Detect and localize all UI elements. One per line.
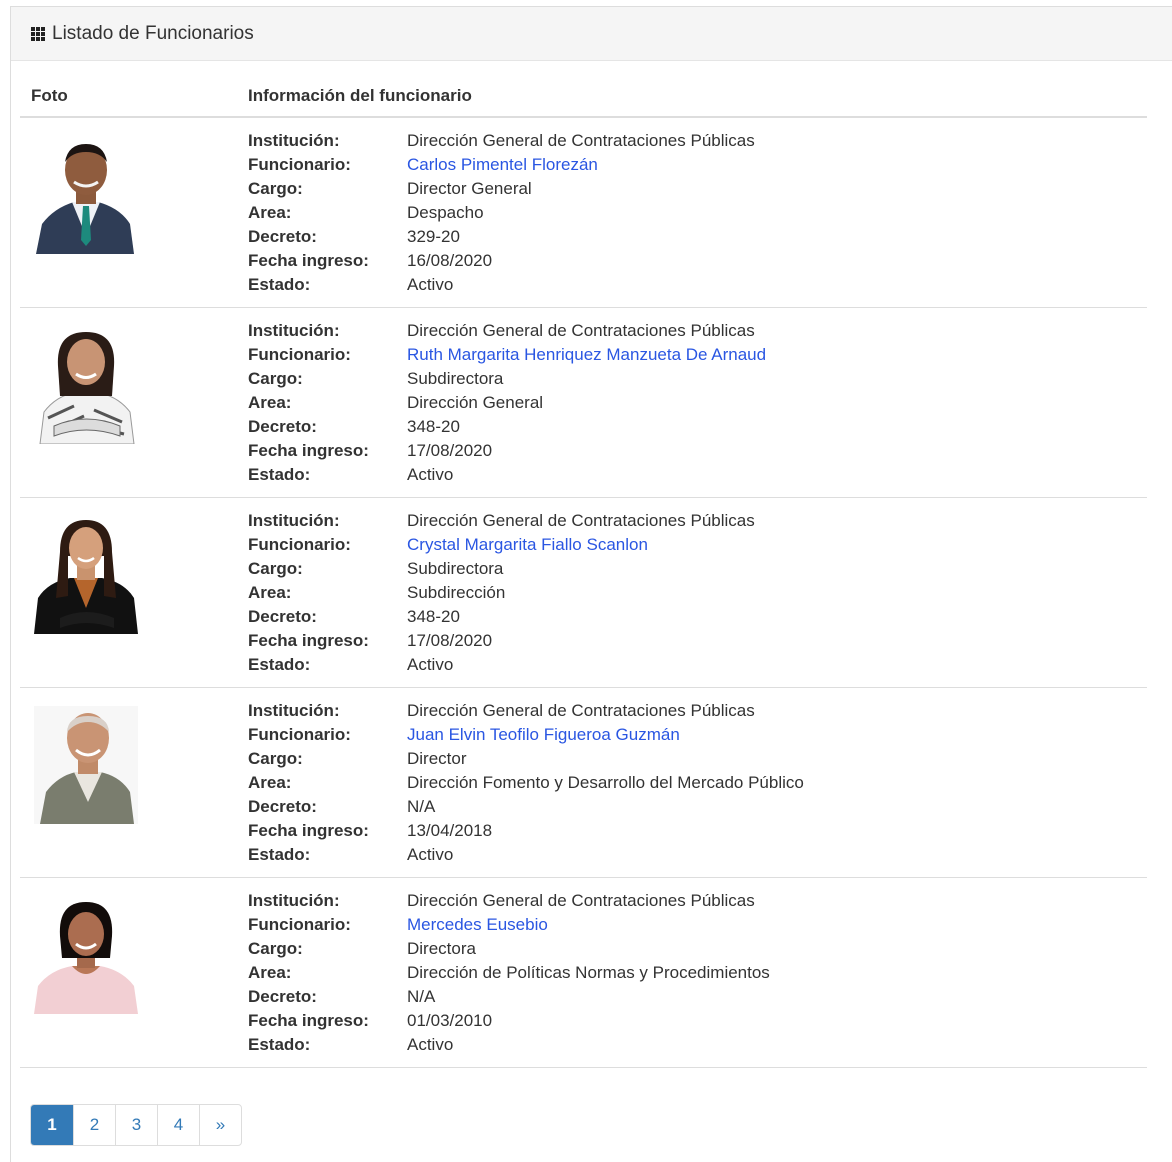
value-institucion: Dirección General de Contrataciones Públ… bbox=[407, 891, 755, 910]
panel-title: Listado de Funcionarios bbox=[52, 22, 254, 44]
label-funcionario: Funcionario: bbox=[248, 725, 351, 744]
panel-heading: Listado de Funcionarios bbox=[11, 7, 1172, 61]
label-decreto: Decreto: bbox=[248, 607, 317, 626]
value-estado: Activo bbox=[407, 275, 454, 294]
page-1-button[interactable]: 1 bbox=[31, 1105, 73, 1145]
page-2-button[interactable]: 2 bbox=[73, 1105, 115, 1145]
value-estado: Activo bbox=[407, 845, 454, 864]
value-fecha: 16/08/2020 bbox=[407, 251, 493, 270]
value-decreto: N/A bbox=[407, 987, 436, 1006]
value-area: Dirección General bbox=[407, 393, 544, 412]
value-estado: Activo bbox=[407, 1035, 454, 1054]
label-institucion: Institución: bbox=[248, 131, 340, 150]
official-info: Institución: Dirección General de Contrat… bbox=[248, 699, 804, 867]
official-photo bbox=[34, 326, 138, 444]
value-decreto: N/A bbox=[407, 797, 436, 816]
header-info: Información del funcionario bbox=[248, 86, 472, 105]
value-area: Dirección Fomento y Desarrollo del Merca… bbox=[407, 773, 804, 792]
table-row: Institución: Dirección General de Contrat… bbox=[20, 498, 1147, 688]
official-info: Institución: Dirección General de Contrat… bbox=[248, 319, 766, 487]
value-fecha: 01/03/2010 bbox=[407, 1011, 493, 1030]
value-cargo: Director bbox=[407, 749, 467, 768]
label-area: Area: bbox=[248, 583, 292, 602]
value-area: Despacho bbox=[407, 203, 484, 222]
label-cargo: Cargo: bbox=[248, 179, 303, 198]
label-cargo: Cargo: bbox=[248, 939, 303, 958]
label-funcionario: Funcionario: bbox=[248, 535, 351, 554]
label-area: Area: bbox=[248, 393, 292, 412]
grid-icon bbox=[31, 26, 45, 41]
label-estado: Estado: bbox=[248, 845, 311, 864]
table-row: Institución: Dirección General de Contrat… bbox=[20, 118, 1147, 308]
official-info: Institución: Dirección General de Contrat… bbox=[248, 509, 755, 677]
label-institucion: Institución: bbox=[248, 511, 340, 530]
value-institucion: Dirección General de Contrataciones Públ… bbox=[407, 701, 755, 720]
label-funcionario: Funcionario: bbox=[248, 915, 351, 934]
official-photo bbox=[34, 896, 138, 1014]
label-fecha: Fecha ingreso: bbox=[248, 821, 369, 840]
label-estado: Estado: bbox=[248, 465, 311, 484]
label-area: Area: bbox=[248, 773, 292, 792]
official-name-link[interactable]: Crystal Margarita Fiallo Scanlon bbox=[407, 533, 648, 557]
label-estado: Estado: bbox=[248, 1035, 311, 1054]
official-info: Institución: Dirección General de Contrat… bbox=[248, 129, 755, 297]
value-fecha: 13/04/2018 bbox=[407, 821, 493, 840]
value-cargo: Director General bbox=[407, 179, 532, 198]
label-estado: Estado: bbox=[248, 655, 311, 674]
official-photo bbox=[34, 516, 138, 634]
label-estado: Estado: bbox=[248, 275, 311, 294]
label-fecha: Fecha ingreso: bbox=[248, 441, 369, 460]
official-photo bbox=[34, 136, 138, 254]
value-fecha: 17/08/2020 bbox=[407, 631, 493, 650]
value-area: Subdirección bbox=[407, 583, 506, 602]
label-institucion: Institución: bbox=[248, 321, 340, 340]
label-decreto: Decreto: bbox=[248, 987, 317, 1006]
label-cargo: Cargo: bbox=[248, 749, 303, 768]
label-area: Area: bbox=[248, 963, 292, 982]
label-decreto: Decreto: bbox=[248, 227, 317, 246]
label-cargo: Cargo: bbox=[248, 559, 303, 578]
value-cargo: Subdirectora bbox=[407, 369, 504, 388]
label-funcionario: Funcionario: bbox=[248, 155, 351, 174]
official-photo bbox=[34, 706, 138, 824]
value-estado: Activo bbox=[407, 655, 454, 674]
label-institucion: Institución: bbox=[248, 891, 340, 910]
table-row: Institución: Dirección General de Contrat… bbox=[20, 308, 1147, 498]
value-institucion: Dirección General de Contrataciones Públ… bbox=[407, 131, 755, 150]
official-name-link[interactable]: Mercedes Eusebio bbox=[407, 913, 548, 937]
label-institucion: Institución: bbox=[248, 701, 340, 720]
value-estado: Activo bbox=[407, 465, 454, 484]
value-decreto: 348-20 bbox=[407, 417, 460, 436]
value-decreto: 348-20 bbox=[407, 607, 460, 626]
page-4-button[interactable]: 4 bbox=[157, 1105, 199, 1145]
official-name-link[interactable]: Juan Elvin Teofilo Figueroa Guzmán bbox=[407, 723, 680, 747]
value-institucion: Dirección General de Contrataciones Públ… bbox=[407, 511, 755, 530]
value-area: Dirección de Políticas Normas y Procedim… bbox=[407, 963, 770, 982]
label-fecha: Fecha ingreso: bbox=[248, 631, 369, 650]
value-cargo: Directora bbox=[407, 939, 476, 958]
pagination: 1 2 3 4 » bbox=[30, 1104, 242, 1146]
table-row: Institución: Dirección General de Contrat… bbox=[20, 688, 1147, 878]
page-3-button[interactable]: 3 bbox=[115, 1105, 157, 1145]
header-photo: Foto bbox=[31, 86, 68, 105]
official-name-link[interactable]: Carlos Pimentel Florezán bbox=[407, 153, 598, 177]
value-institucion: Dirección General de Contrataciones Públ… bbox=[407, 321, 755, 340]
label-fecha: Fecha ingreso: bbox=[248, 251, 369, 270]
label-funcionario: Funcionario: bbox=[248, 345, 351, 364]
label-fecha: Fecha ingreso: bbox=[248, 1011, 369, 1030]
officials-table: Foto Información del funcionario Institu… bbox=[20, 74, 1147, 1068]
next-page-button[interactable]: » bbox=[199, 1105, 241, 1145]
table-row: Institución: Dirección General de Contrat… bbox=[20, 878, 1147, 1068]
value-decreto: 329-20 bbox=[407, 227, 460, 246]
table-header: Foto Información del funcionario bbox=[20, 74, 1147, 118]
label-decreto: Decreto: bbox=[248, 797, 317, 816]
official-name-link[interactable]: Ruth Margarita Henriquez Manzueta De Arn… bbox=[407, 343, 766, 367]
official-info: Institución: Dirección General de Contrat… bbox=[248, 889, 770, 1057]
value-cargo: Subdirectora bbox=[407, 559, 504, 578]
label-decreto: Decreto: bbox=[248, 417, 317, 436]
label-area: Area: bbox=[248, 203, 292, 222]
value-fecha: 17/08/2020 bbox=[407, 441, 493, 460]
label-cargo: Cargo: bbox=[248, 369, 303, 388]
